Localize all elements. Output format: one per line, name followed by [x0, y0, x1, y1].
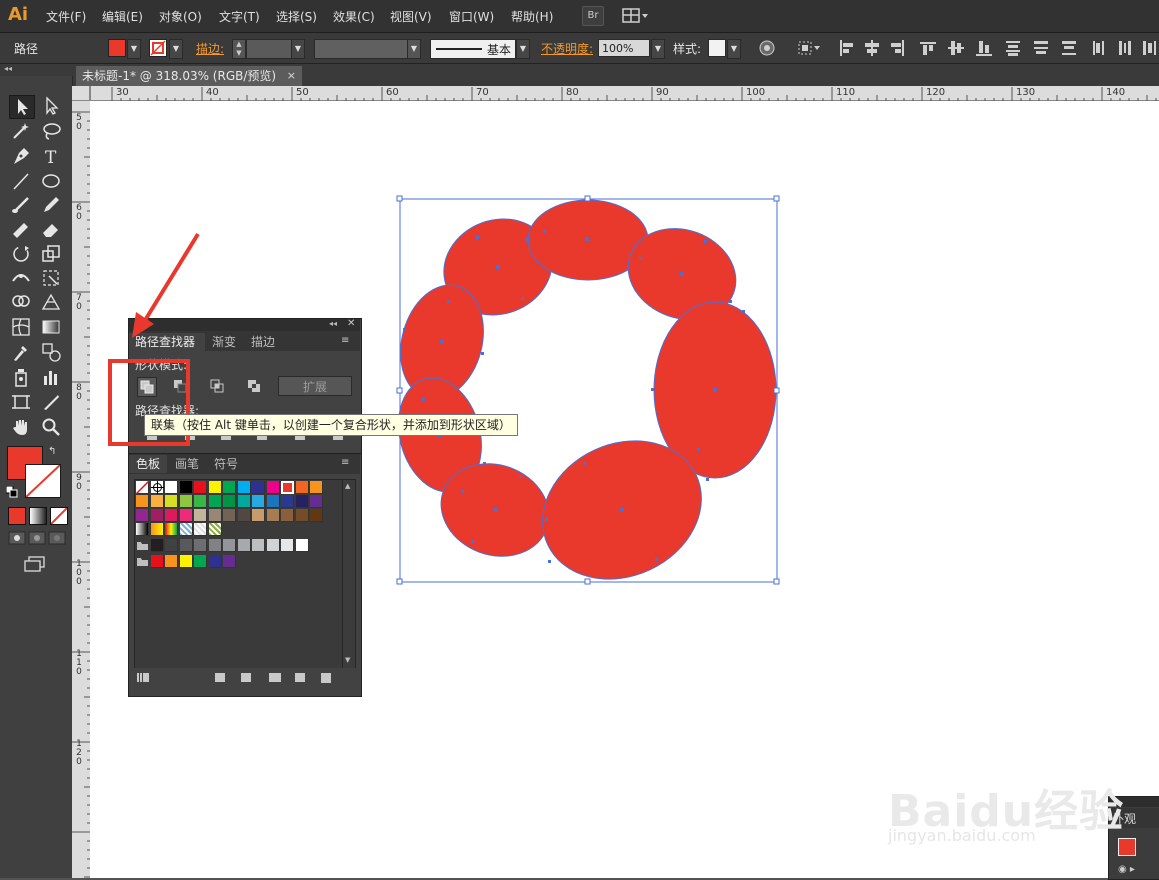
color-swatch[interactable] [194, 509, 207, 522]
scroll-down-icon[interactable]: ▼ [345, 656, 350, 664]
color-swatch[interactable] [150, 495, 164, 508]
color-swatch[interactable] [237, 539, 251, 552]
color-swatch[interactable] [165, 539, 178, 552]
tab-gradient[interactable]: 渐变 [212, 333, 236, 351]
color-swatch[interactable] [223, 509, 236, 522]
color-swatch[interactable] [208, 555, 222, 568]
tab-stroke[interactable]: 描边 [251, 333, 275, 351]
expand-button[interactable]: 扩展 [278, 376, 352, 396]
close-panel-icon[interactable]: ✕ [347, 318, 355, 329]
color-swatch[interactable] [223, 539, 236, 552]
color-swatch[interactable] [310, 495, 323, 508]
color-swatch[interactable] [223, 555, 236, 568]
color-swatch[interactable] [136, 555, 149, 568]
exclude-button[interactable] [245, 377, 263, 395]
scroll-up-icon[interactable]: ▲ [345, 482, 350, 490]
swatches-footer [129, 668, 360, 688]
color-swatch[interactable] [266, 509, 280, 522]
color-swatch[interactable] [237, 495, 251, 508]
panel-menu-icon[interactable]: ≡ [341, 335, 349, 346]
color-swatch[interactable] [208, 481, 222, 494]
color-swatch[interactable] [179, 539, 193, 552]
color-swatch[interactable] [208, 495, 222, 508]
color-swatch[interactable] [150, 539, 164, 552]
color-swatch[interactable] [252, 539, 265, 552]
intersect-button[interactable] [208, 377, 226, 395]
color-swatch[interactable] [165, 523, 178, 536]
visibility-eye-icon[interactable]: ◉ ▸ [1118, 864, 1135, 875]
color-swatch[interactable] [266, 481, 280, 494]
color-swatch[interactable] [150, 555, 164, 568]
swatches-scrollbar[interactable]: ▲ ▼ [342, 479, 356, 669]
color-swatch[interactable] [179, 495, 193, 508]
color-swatch[interactable] [179, 555, 193, 568]
color-swatch[interactable] [194, 523, 207, 536]
color-swatch[interactable] [150, 509, 164, 522]
color-swatch[interactable] [237, 509, 251, 522]
color-swatch[interactable] [281, 539, 294, 552]
color-swatch[interactable] [194, 495, 207, 508]
tab-symbols[interactable]: 符号 [214, 455, 238, 473]
color-swatch[interactable] [194, 481, 207, 494]
appearance-fill-swatch[interactable] [1118, 838, 1136, 856]
tab-swatches[interactable]: 色板 [129, 455, 167, 473]
color-swatch[interactable] [281, 509, 294, 522]
color-swatch[interactable] [165, 481, 178, 494]
color-swatch[interactable] [136, 523, 149, 536]
color-swatch[interactable] [310, 481, 323, 494]
color-swatch[interactable] [252, 481, 265, 494]
color-swatch[interactable] [136, 495, 149, 508]
color-swatch[interactable] [150, 523, 164, 536]
color-swatch[interactable] [310, 509, 323, 522]
color-swatch[interactable] [252, 495, 265, 508]
color-swatch[interactable] [281, 481, 294, 494]
color-swatch[interactable] [135, 480, 150, 495]
color-swatch[interactable] [165, 509, 178, 522]
color-swatch[interactable] [266, 539, 280, 552]
color-swatch[interactable] [150, 481, 164, 494]
color-swatch[interactable] [252, 509, 265, 522]
color-swatch[interactable] [165, 495, 178, 508]
color-swatch[interactable] [179, 523, 193, 536]
swatches-menu-icon[interactable]: ≡ [341, 457, 349, 468]
color-swatch[interactable] [223, 481, 236, 494]
color-swatch[interactable] [266, 495, 280, 508]
color-swatch[interactable] [179, 481, 193, 494]
watermark-url: jingyan.baidu.com [888, 826, 1036, 845]
color-swatch[interactable] [208, 539, 222, 552]
color-swatch[interactable] [194, 555, 207, 568]
unite-tooltip: 联集（按住 Alt 键单击，以创建一个复合形状，并添加到形状区域） [144, 414, 518, 436]
color-swatch[interactable] [136, 509, 149, 522]
color-swatch[interactable] [295, 539, 309, 552]
color-swatch[interactable] [295, 509, 309, 522]
color-swatch[interactable] [165, 555, 178, 568]
tab-brushes[interactable]: 画笔 [175, 455, 199, 473]
color-swatch[interactable] [295, 495, 309, 508]
color-swatch[interactable] [223, 495, 236, 508]
color-swatch[interactable] [136, 539, 149, 552]
swatch-grid[interactable] [134, 479, 344, 669]
color-swatch[interactable] [208, 509, 222, 522]
red-arrow-annotation [132, 232, 200, 338]
collapse-panel-icon[interactable]: ◂◂ [329, 319, 337, 328]
color-swatch[interactable] [281, 495, 294, 508]
color-swatch[interactable] [295, 481, 309, 494]
color-swatch[interactable] [208, 523, 222, 536]
color-swatch[interactable] [194, 539, 207, 552]
color-swatch[interactable] [179, 509, 193, 522]
color-swatch[interactable] [237, 481, 251, 494]
